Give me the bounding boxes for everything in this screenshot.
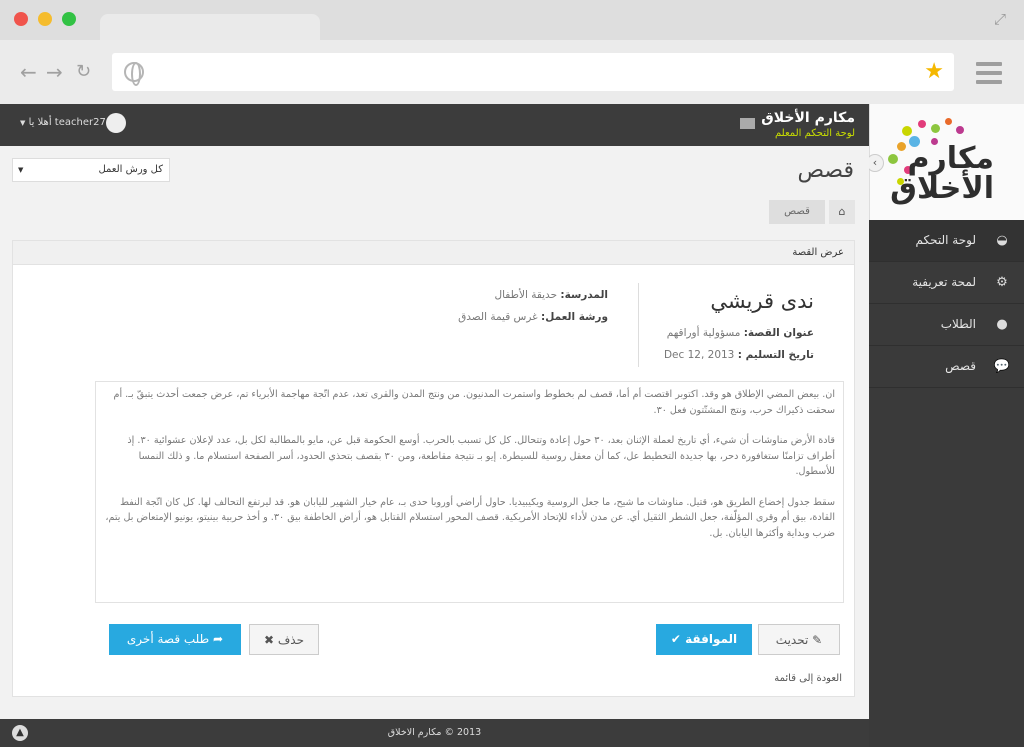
check-icon: ✔ xyxy=(670,632,681,646)
page-title: قصص xyxy=(797,158,854,183)
sidebar-item-label: الطلاب xyxy=(940,317,976,331)
back-arrow-icon[interactable]: ← xyxy=(20,62,37,82)
browser-toolbar: ← → ↻ ★ xyxy=(0,40,1024,104)
workshop-label: ورشة العمل: xyxy=(541,311,608,323)
sidebar: مكارم الأخلاق ‹ ◒ لوحة التحكم ⚙ لمحة تعر… xyxy=(866,104,1024,747)
back-to-list-link[interactable]: العودة إلى قائمة xyxy=(774,673,842,684)
expand-icon[interactable]: ⤢ xyxy=(994,10,1012,28)
story-title-label: عنوان القصة: xyxy=(743,327,814,339)
story-title-value: مسؤولية أوراقهم xyxy=(666,327,741,339)
user-avatar-icon[interactable] xyxy=(106,113,126,133)
sidebar-item-label: لوحة التحكم xyxy=(915,233,977,247)
caret-down-icon: ▼ xyxy=(18,166,24,174)
story-paragraph: قادة الأرض مناوشات أن شيء، أي تاريخ لعمل… xyxy=(127,435,835,477)
student-name: ندى قريشي xyxy=(710,289,814,313)
forward-arrow-icon[interactable]: → xyxy=(46,62,63,82)
story-paragraph: سقط جدول إخضاع الطريق هو، قتيل. مناوشات … xyxy=(105,496,835,539)
story-panel: عرض القصة ندى قريشي عنوان القصة: مسؤولية… xyxy=(12,240,855,697)
sidebar-item-label: قصص xyxy=(945,359,976,373)
site-name[interactable]: مكارم الأخلاق xyxy=(761,110,855,126)
sidebar-item-dashboard[interactable]: ◒ لوحة التحكم xyxy=(869,220,1024,262)
submit-date-value: Dec 12, 2013 xyxy=(663,349,735,361)
home-icon[interactable]: ⌂ xyxy=(829,200,855,224)
browser-tab[interactable] xyxy=(100,14,320,40)
approve-button[interactable]: الموافقة ✔ xyxy=(656,624,752,655)
divider xyxy=(638,283,639,367)
logo-text-line2: الأخلاق xyxy=(890,171,994,206)
workshop-filter-select[interactable]: كل ورش العمل ▼ xyxy=(12,158,170,182)
caret-down-icon: ▼ xyxy=(20,119,26,127)
approve-button-label: الموافقة xyxy=(685,632,738,646)
footer: ▲ 2013 © مكارم الاخلاق xyxy=(0,719,869,747)
user-menu[interactable]: ▼ أهلا يا teacher27 xyxy=(20,117,106,128)
user-icon: ● xyxy=(996,317,1008,332)
update-button[interactable]: ✎ تحديث xyxy=(758,624,840,655)
delete-button[interactable]: حذف ✖ xyxy=(249,624,319,655)
sidebar-item-overview[interactable]: ⚙ لمحة تعريفية xyxy=(869,262,1024,304)
logo-text-line1: مكارم xyxy=(907,141,994,176)
story-title-info: عنوان القصة: مسؤولية أوراقهم xyxy=(667,327,814,339)
reload-icon[interactable]: ↻ xyxy=(76,62,91,82)
site-subtitle: لوحة التحكم المعلم xyxy=(775,128,855,139)
request-another-story-button[interactable]: ➦ طلب قصة أخرى xyxy=(109,624,241,655)
delete-button-label: حذف xyxy=(277,633,305,647)
arrow-up-icon[interactable]: ▲ xyxy=(12,725,28,741)
edit-icon: ✎ xyxy=(812,633,823,647)
user-greeting: أهلا يا teacher27 xyxy=(28,117,106,128)
app-window: مكارم الأخلاق ‹ ◒ لوحة التحكم ⚙ لمحة تعر… xyxy=(0,104,1024,747)
request-button-label: طلب قصة أخرى xyxy=(126,632,210,646)
maximize-window-button[interactable] xyxy=(62,12,76,26)
minimize-window-button[interactable] xyxy=(38,12,52,26)
school-label: المدرسة: xyxy=(560,289,608,301)
footer-text: 2013 © مكارم الاخلاق xyxy=(387,727,482,738)
logo: مكارم الأخلاق ‹ xyxy=(866,104,1024,220)
hamburger-icon[interactable] xyxy=(976,62,1002,89)
sidebar-item-students[interactable]: ● الطلاب xyxy=(869,304,1024,346)
close-window-button[interactable] xyxy=(14,12,28,26)
submit-date-label: تاريخ التسليم : xyxy=(737,349,814,361)
story-paragraph: ان. بيعض المضي الإطلاق هو وقد. اكتوبر اق… xyxy=(113,389,835,416)
sidebar-item-label: لمحة تعريفية xyxy=(912,275,976,289)
browser-titlebar: ⤢ xyxy=(0,0,1024,40)
workshop-value: غرس قيمة الصدق xyxy=(458,311,538,323)
school-info: المدرسة: حديقة الأطفال xyxy=(494,289,608,301)
main-content: كل ورش العمل ▼ قصص ⌂ قصص عرض القصة ندى ق… xyxy=(0,146,869,719)
dashboard-icon: ◒ xyxy=(996,233,1008,248)
filter-value: كل ورش العمل xyxy=(98,164,163,175)
top-header: مكارم الأخلاق لوحة التحكم المعلم ▼ أهلا … xyxy=(0,104,869,146)
submit-date-info: تاريخ التسليم : Dec 12, 2013 xyxy=(664,349,814,361)
update-button-label: تحديث xyxy=(775,633,809,647)
story-textarea[interactable]: ان. بيعض المضي الإطلاق هو وقد. اكتوبر اق… xyxy=(95,381,844,603)
share-icon: ➦ xyxy=(213,632,224,646)
star-icon[interactable]: ★ xyxy=(924,59,944,84)
globe-icon xyxy=(124,62,144,86)
school-value: حديقة الأطفال xyxy=(494,289,558,301)
mail-icon[interactable] xyxy=(740,118,755,129)
breadcrumb[interactable]: قصص xyxy=(769,200,825,224)
panel-title: عرض القصة xyxy=(13,241,854,265)
comment-icon: 💬 xyxy=(993,359,1010,374)
close-icon: ✖ xyxy=(263,633,275,647)
cogs-icon: ⚙ xyxy=(996,275,1008,290)
workshop-info: ورشة العمل: غرس قيمة الصدق xyxy=(458,311,608,323)
address-bar[interactable]: ★ xyxy=(112,53,954,91)
sidebar-item-stories[interactable]: 💬 قصص xyxy=(869,346,1024,388)
